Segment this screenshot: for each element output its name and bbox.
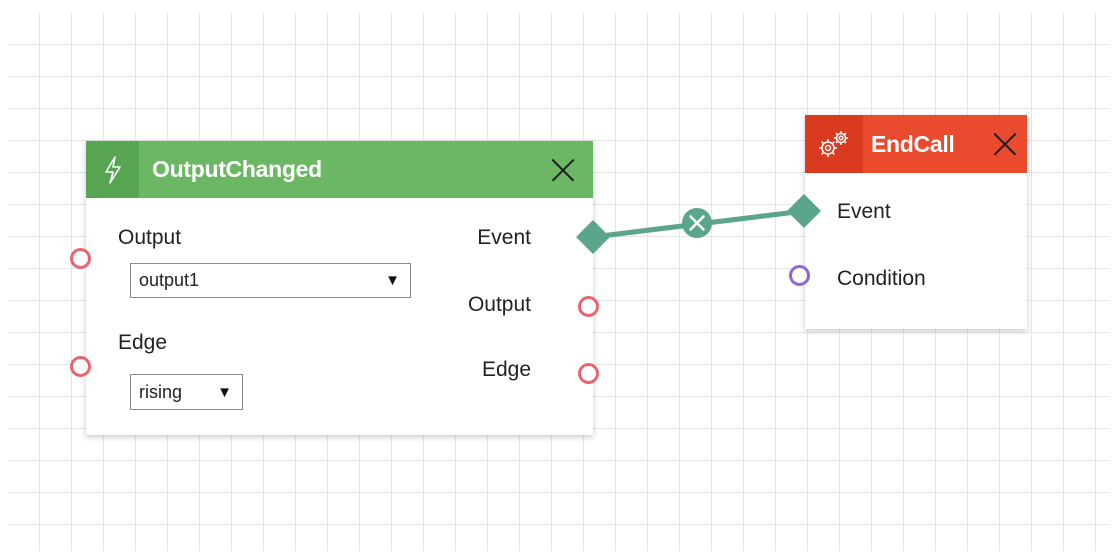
- output-port-output[interactable]: [578, 296, 599, 317]
- input-port-condition[interactable]: [789, 265, 810, 286]
- output-label-output: Output: [467, 293, 531, 316]
- output-select[interactable]: output1 ▼: [130, 263, 411, 298]
- lightning-icon: [86, 141, 139, 198]
- node-output-changed[interactable]: OutputChanged Output output1 ▼ Edge risi…: [86, 141, 593, 435]
- edge-select[interactable]: rising ▼: [130, 374, 243, 410]
- node-end-call[interactable]: EndCall Event Condition: [805, 115, 1027, 329]
- dropdown-arrow-icon: ▼: [385, 272, 400, 289]
- close-node-icon[interactable]: [543, 141, 583, 198]
- output-label-event: Event: [477, 226, 531, 249]
- input-label-edge: Edge: [118, 331, 168, 354]
- output-select-value: output1: [139, 270, 200, 290]
- close-node-icon[interactable]: [985, 115, 1025, 173]
- input-port-output[interactable]: [70, 248, 91, 269]
- output-label-edge: Edge: [481, 358, 531, 381]
- input-label-output: Output: [118, 226, 182, 249]
- close-circle-icon[interactable]: [682, 208, 712, 238]
- node-output-changed-header[interactable]: OutputChanged: [86, 141, 593, 198]
- node-title: OutputChanged: [152, 156, 322, 182]
- dropdown-arrow-icon: ▼: [217, 383, 232, 401]
- node-end-call-header[interactable]: EndCall: [805, 115, 1027, 173]
- edge-select-value: rising: [139, 381, 183, 402]
- input-label-event: Event: [837, 200, 891, 223]
- gears-icon: [805, 115, 863, 173]
- input-label-condition: Condition: [837, 267, 926, 290]
- node-title: EndCall: [871, 130, 955, 157]
- input-port-edge[interactable]: [70, 356, 91, 377]
- output-port-edge[interactable]: [578, 363, 599, 384]
